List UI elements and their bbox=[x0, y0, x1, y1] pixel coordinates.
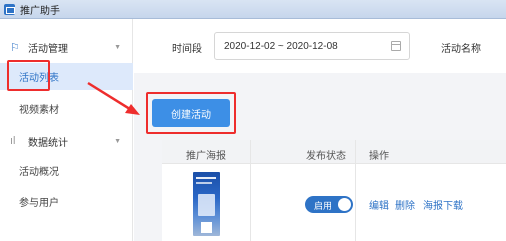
guide-arrow bbox=[87, 81, 140, 115]
